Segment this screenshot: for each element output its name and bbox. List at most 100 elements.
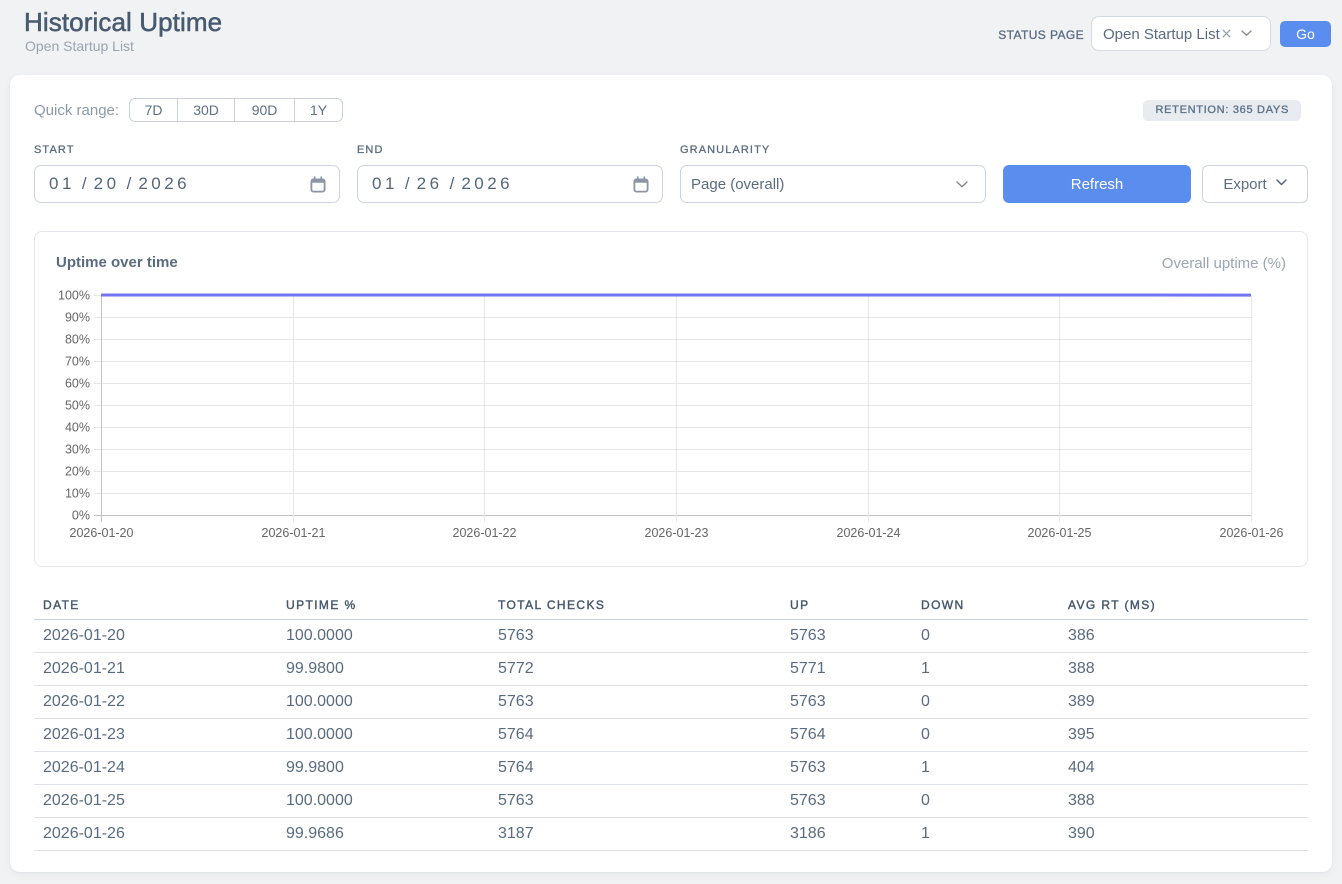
table-cell: 2026-01-21 bbox=[34, 653, 277, 686]
table-cell: 5763 bbox=[489, 686, 781, 719]
end-date-value: 01/26/2026 bbox=[372, 174, 513, 194]
status-page-label: STATUS PAGE bbox=[998, 28, 1084, 42]
table-header-row: DATEUPTIME %TOTAL CHECKSUPDOWNAVG RT (MS… bbox=[34, 589, 1308, 620]
table-cell: 1 bbox=[912, 752, 1059, 785]
uptime-chart-card: Uptime over time Overall uptime (%) 0%10… bbox=[34, 231, 1308, 567]
table-cell: 100.0000 bbox=[277, 620, 489, 653]
status-page-select[interactable]: Open Startup List bbox=[1091, 16, 1271, 51]
table-cell: 2026-01-23 bbox=[34, 719, 277, 752]
table-row: 2026-01-2499.9800576457631404 bbox=[34, 752, 1308, 785]
svg-text:2026-01-26: 2026-01-26 bbox=[1220, 526, 1284, 540]
table-cell: 386 bbox=[1059, 620, 1308, 653]
quick-range-90d[interactable]: 90D bbox=[235, 98, 295, 122]
svg-text:60%: 60% bbox=[65, 377, 90, 391]
table-cell: 0 bbox=[912, 620, 1059, 653]
main-card: Quick range: 7D30D90D1Y RETENTION: 365 D… bbox=[10, 75, 1332, 872]
table-row: 2026-01-22100.0000576357630389 bbox=[34, 686, 1308, 719]
calendar-icon[interactable] bbox=[633, 176, 649, 193]
table-cell: 390 bbox=[1059, 818, 1308, 851]
granularity-label: GRANULARITY bbox=[680, 144, 986, 156]
column-header-down: DOWN bbox=[912, 589, 1059, 620]
table-cell: 5764 bbox=[489, 719, 781, 752]
svg-text:40%: 40% bbox=[65, 421, 90, 435]
quick-range-7d[interactable]: 7D bbox=[129, 98, 178, 122]
export-button[interactable]: Export bbox=[1202, 165, 1308, 203]
table-cell: 404 bbox=[1059, 752, 1308, 785]
go-button[interactable]: Go bbox=[1280, 21, 1331, 47]
table-cell: 2026-01-24 bbox=[34, 752, 277, 785]
table-cell: 395 bbox=[1059, 719, 1308, 752]
table-row: 2026-01-25100.0000576357630388 bbox=[34, 785, 1308, 818]
column-header-avg-rt-ms: AVG RT (MS) bbox=[1059, 589, 1308, 620]
table-cell: 2026-01-22 bbox=[34, 686, 277, 719]
uptime-table: DATEUPTIME %TOTAL CHECKSUPDOWNAVG RT (MS… bbox=[34, 589, 1308, 851]
table-cell: 5763 bbox=[781, 686, 912, 719]
table-cell: 5763 bbox=[781, 752, 912, 785]
uptime-line-chart: 0%10%20%30%40%50%60%70%80%90%100%2026-01… bbox=[34, 231, 1306, 565]
column-header-total-checks: TOTAL CHECKS bbox=[489, 589, 781, 620]
start-label: START bbox=[34, 144, 340, 156]
table-cell: 388 bbox=[1059, 785, 1308, 818]
export-label: Export bbox=[1223, 176, 1266, 193]
svg-text:2026-01-22: 2026-01-22 bbox=[453, 526, 517, 540]
table-cell: 5763 bbox=[489, 785, 781, 818]
granularity-select[interactable]: Page (overall) bbox=[680, 165, 986, 203]
table-cell: 0 bbox=[912, 686, 1059, 719]
table-cell: 99.9800 bbox=[277, 653, 489, 686]
granularity-field: GRANULARITY Page (overall) bbox=[680, 144, 986, 203]
chevron-down-icon bbox=[1276, 179, 1287, 186]
table-cell: 5763 bbox=[489, 620, 781, 653]
page-subtitle: Open Startup List bbox=[25, 38, 134, 54]
table-cell: 5772 bbox=[489, 653, 781, 686]
chevron-down-icon bbox=[1241, 30, 1252, 37]
svg-text:80%: 80% bbox=[65, 333, 90, 347]
table-cell: 5763 bbox=[781, 620, 912, 653]
table-cell: 100.0000 bbox=[277, 719, 489, 752]
table-row: 2026-01-2699.9686318731861390 bbox=[34, 818, 1308, 851]
table-cell: 99.9686 bbox=[277, 818, 489, 851]
svg-text:2026-01-24: 2026-01-24 bbox=[837, 526, 901, 540]
table-cell: 100.0000 bbox=[277, 785, 489, 818]
end-label: END bbox=[357, 144, 663, 156]
refresh-button[interactable]: Refresh bbox=[1003, 165, 1191, 203]
table-row: 2026-01-2199.9800577257711388 bbox=[34, 653, 1308, 686]
start-field: START 01/20/2026 bbox=[34, 144, 340, 203]
svg-text:70%: 70% bbox=[65, 355, 90, 369]
column-header-uptime: UPTIME % bbox=[277, 589, 489, 620]
table-row: 2026-01-20100.0000576357630386 bbox=[34, 620, 1308, 653]
top-controls: STATUS PAGE Open Startup List Go bbox=[998, 16, 1331, 51]
calendar-icon[interactable] bbox=[310, 176, 326, 193]
quick-range-group: 7D30D90D1Y bbox=[129, 98, 343, 122]
table-cell: 2026-01-20 bbox=[34, 620, 277, 653]
quick-range-1y[interactable]: 1Y bbox=[295, 98, 343, 122]
table-cell: 99.9800 bbox=[277, 752, 489, 785]
table-cell: 5763 bbox=[781, 785, 912, 818]
table-cell: 3187 bbox=[489, 818, 781, 851]
svg-text:100%: 100% bbox=[58, 289, 90, 303]
column-header-date: DATE bbox=[34, 589, 277, 620]
svg-text:30%: 30% bbox=[65, 443, 90, 457]
clear-icon[interactable] bbox=[1222, 29, 1231, 38]
table-cell: 2026-01-25 bbox=[34, 785, 277, 818]
svg-text:2026-01-23: 2026-01-23 bbox=[645, 526, 709, 540]
retention-badge: RETENTION: 365 DAYS bbox=[1143, 100, 1301, 121]
svg-text:90%: 90% bbox=[65, 311, 90, 325]
table-cell: 5771 bbox=[781, 653, 912, 686]
column-header-up: UP bbox=[781, 589, 912, 620]
table-cell: 1 bbox=[912, 818, 1059, 851]
quick-range-30d[interactable]: 30D bbox=[178, 98, 235, 122]
start-date-value: 01/20/2026 bbox=[49, 174, 190, 194]
granularity-value: Page (overall) bbox=[691, 176, 784, 193]
page-title: Historical Uptime bbox=[24, 7, 222, 38]
table-cell: 0 bbox=[912, 785, 1059, 818]
table-cell: 3186 bbox=[781, 818, 912, 851]
svg-text:0%: 0% bbox=[72, 509, 90, 523]
end-date-input[interactable]: 01/26/2026 bbox=[357, 165, 663, 203]
quick-range-label: Quick range: bbox=[34, 102, 119, 119]
svg-text:2026-01-25: 2026-01-25 bbox=[1028, 526, 1092, 540]
start-date-input[interactable]: 01/20/2026 bbox=[34, 165, 340, 203]
svg-text:50%: 50% bbox=[65, 399, 90, 413]
quick-range-row: Quick range: 7D30D90D1Y RETENTION: 365 D… bbox=[34, 98, 1308, 122]
filters-row: START 01/20/2026 END 01/26/2026 GRANULAR… bbox=[34, 144, 1308, 203]
table-cell: 5764 bbox=[489, 752, 781, 785]
